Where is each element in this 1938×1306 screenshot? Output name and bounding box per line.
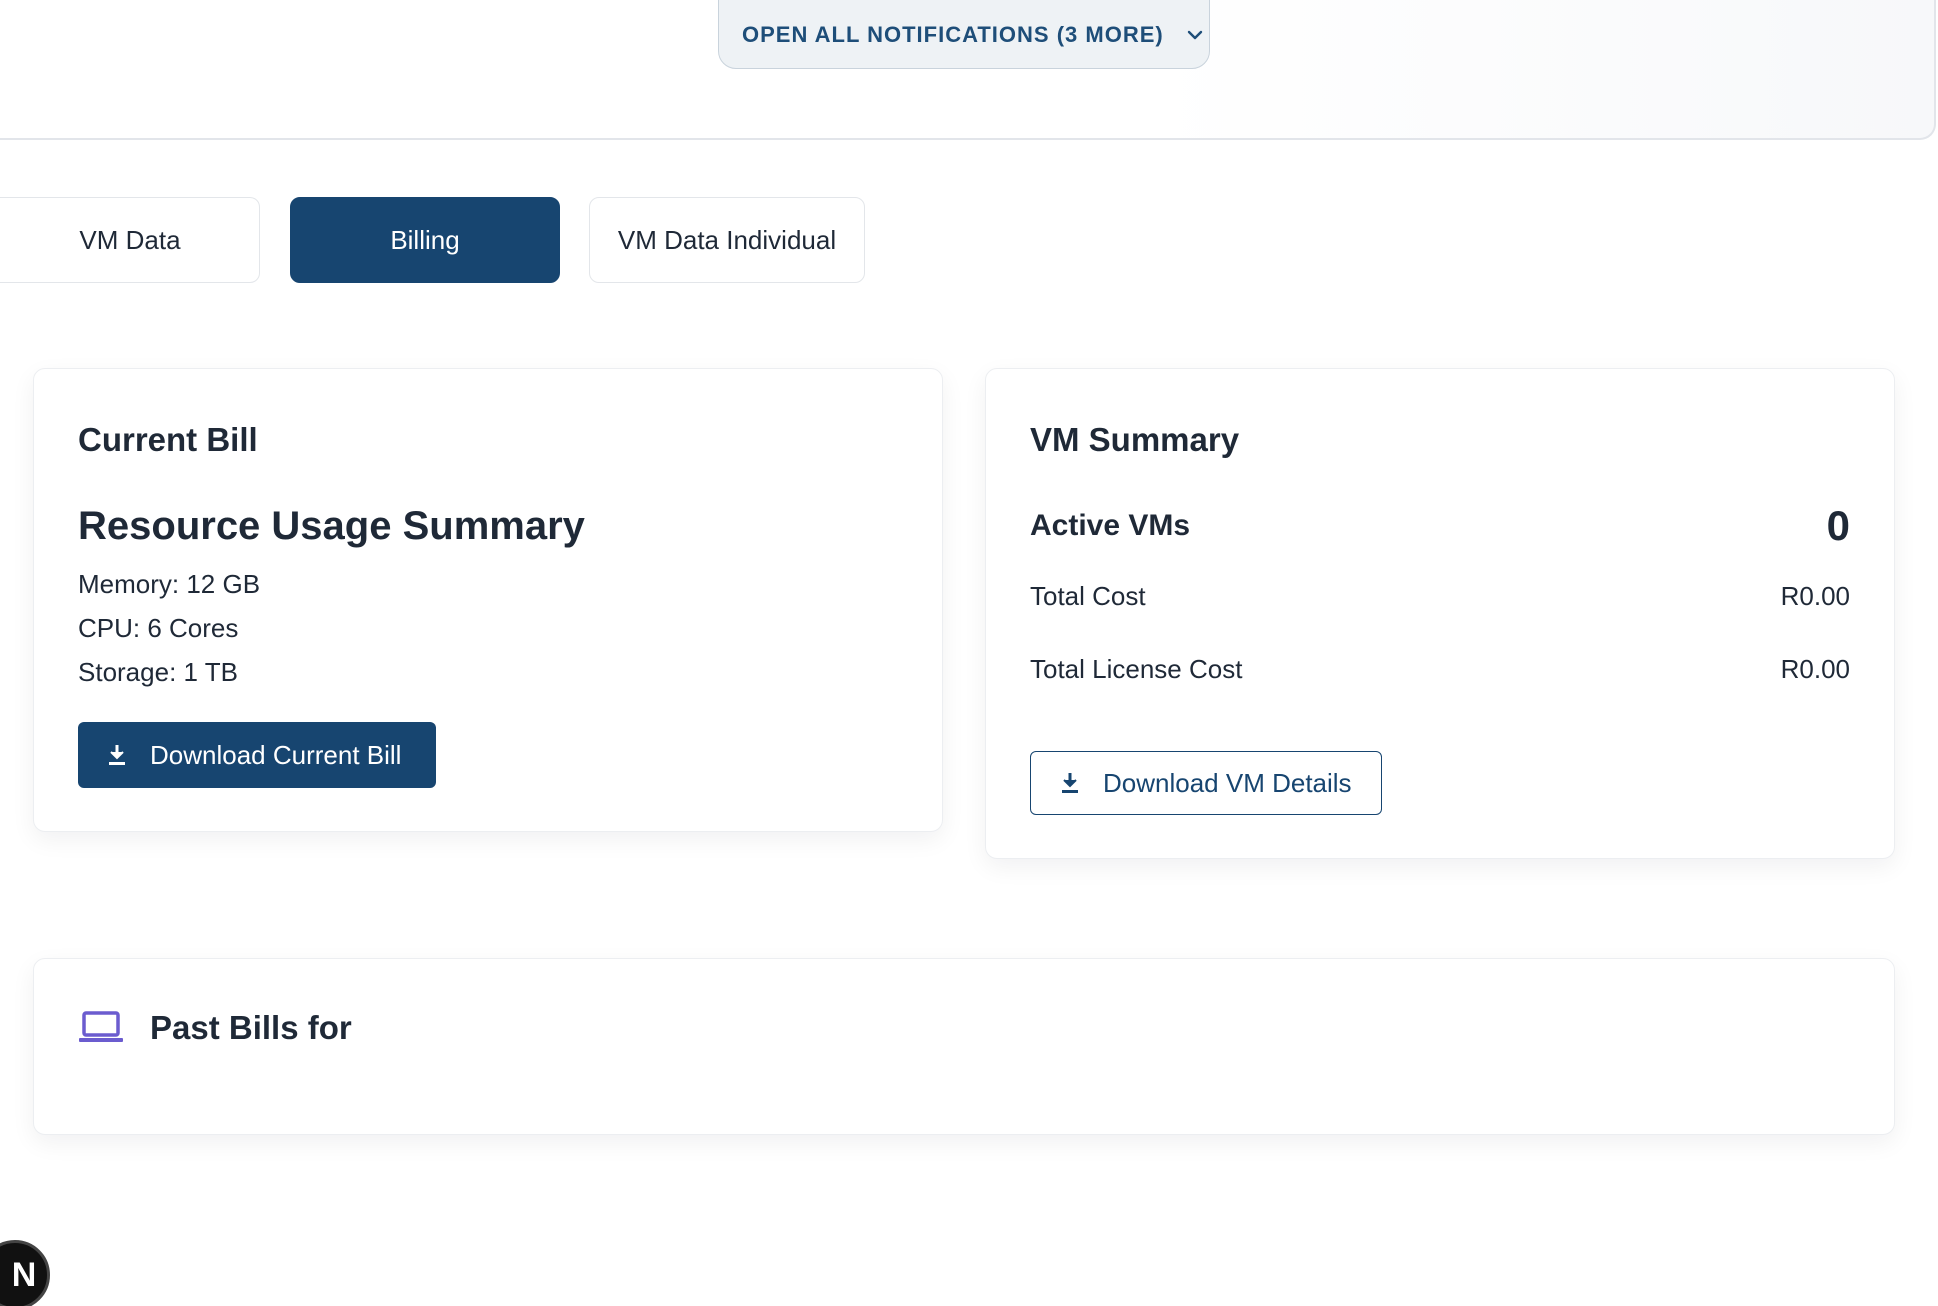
badge-letter: N [11, 1255, 37, 1294]
past-bills-card: Past Bills for [33, 958, 1895, 1135]
tab-vm-data[interactable]: VM Data [0, 197, 260, 283]
vm-summary-title: VM Summary [1030, 421, 1240, 458]
total-cost-row: Total Cost R0.00 [1030, 581, 1850, 612]
cpu-usage: CPU: 6 Cores [78, 613, 239, 643]
vm-summary-card: VM Summary Active VMs 0 Total Cost R0.00… [985, 368, 1895, 859]
current-bill-card: Current Bill Resource Usage Summary Memo… [33, 368, 943, 832]
laptop-icon [78, 1009, 124, 1045]
open-all-notifications-label: OPEN ALL NOTIFICATIONS (3 MORE) [742, 21, 1164, 47]
chevron-down-icon [1184, 24, 1206, 46]
download-current-bill-button[interactable]: Download Current Bill [78, 722, 436, 788]
current-bill-title: Current Bill [78, 421, 258, 458]
next-dev-badge[interactable]: N [0, 1240, 50, 1306]
total-cost-label: Total Cost [1030, 581, 1146, 611]
active-vms-row: Active VMs 0 [1030, 502, 1850, 550]
tab-billing[interactable]: Billing [290, 197, 560, 283]
tab-vm-data-individual-label: VM Data Individual [617, 224, 837, 255]
page: OPEN ALL NOTIFICATIONS (3 MORE) VM Data … [0, 0, 1938, 1306]
tab-billing-label: Billing [390, 224, 460, 255]
total-license-cost-row: Total License Cost R0.00 [1030, 654, 1850, 685]
download-icon [104, 742, 130, 768]
active-vms-label: Active VMs [1030, 509, 1191, 542]
download-vm-details-button[interactable]: Download VM Details [1030, 751, 1382, 815]
total-license-cost-value: R0.00 [1780, 654, 1850, 684]
storage-usage: Storage: 1 TB [78, 657, 238, 687]
tab-vm-data-individual[interactable]: VM Data Individual [589, 197, 865, 283]
tab-vm-data-label: VM Data [79, 224, 181, 255]
open-all-notifications-button[interactable]: OPEN ALL NOTIFICATIONS (3 MORE) [718, 0, 1210, 69]
download-current-bill-label: Download Current Bill [150, 739, 402, 770]
resource-usage-summary-title: Resource Usage Summary [78, 504, 585, 548]
memory-usage: Memory: 12 GB [78, 569, 261, 599]
total-license-cost-label: Total License Cost [1030, 654, 1243, 684]
download-icon [1057, 770, 1083, 796]
past-bills-title: Past Bills for [150, 1009, 352, 1046]
download-vm-details-label: Download VM Details [1103, 767, 1352, 798]
total-cost-value: R0.00 [1780, 581, 1850, 611]
active-vms-value: 0 [1826, 502, 1850, 549]
